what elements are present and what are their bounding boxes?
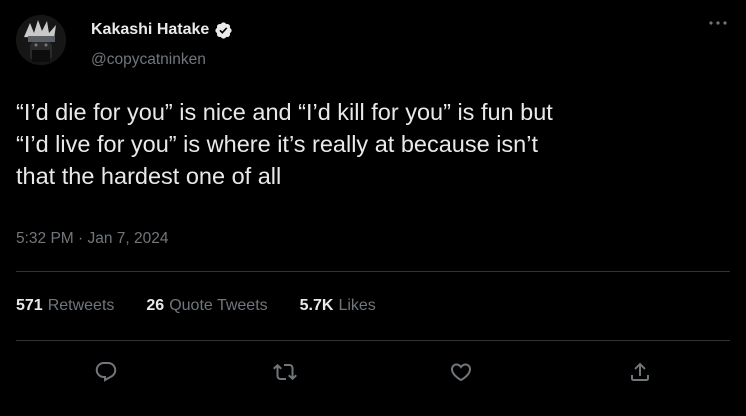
likes-stat[interactable]: 5.7K Likes (300, 296, 376, 316)
tweet-text: “I’d die for you” is nice and “I’d kill … (16, 99, 553, 189)
divider (16, 271, 730, 272)
verified-badge-icon (214, 21, 233, 40)
like-icon[interactable] (444, 355, 478, 389)
more-icon[interactable] (707, 15, 729, 31)
retweet-icon[interactable] (268, 355, 302, 389)
handle[interactable]: @copycatninken (91, 50, 206, 70)
share-icon[interactable] (623, 355, 657, 389)
timestamp[interactable]: 5:32 PM · Jan 7, 2024 (16, 229, 169, 249)
likes-count: 5.7K (299, 297, 334, 314)
action-bar (0, 355, 746, 389)
divider (16, 340, 730, 341)
author-name-row[interactable]: Kakashi Hatake (91, 20, 233, 40)
display-name[interactable]: Kakashi Hatake (91, 20, 209, 40)
avatar-image (16, 15, 66, 65)
quotes-label: Quote Tweets (169, 297, 268, 314)
likes-label: Likes (338, 297, 376, 314)
retweets-label: Retweets (47, 297, 115, 314)
retweets-stat[interactable]: 571 Retweets (16, 296, 114, 316)
reply-icon[interactable] (89, 355, 123, 389)
avatar[interactable] (16, 15, 66, 65)
retweets-count: 571 (16, 297, 43, 314)
engagement-stats: 571 Retweets 26 Quote Tweets 5.7K Likes (16, 296, 376, 316)
quotes-count: 26 (146, 297, 165, 314)
quotes-stat[interactable]: 26 Quote Tweets (146, 296, 267, 316)
